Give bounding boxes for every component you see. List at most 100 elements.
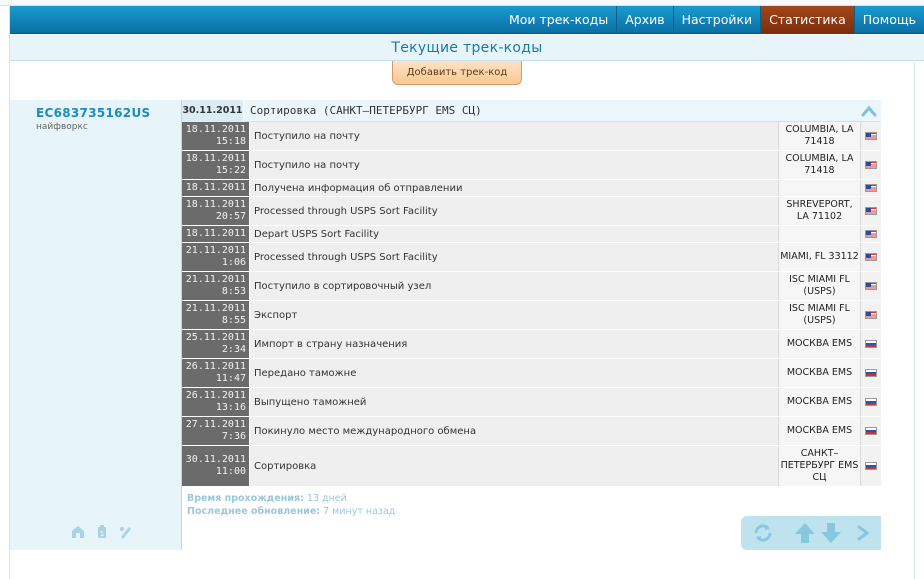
event-location: ISC MIAMI FL (USPS) [778,301,860,329]
event-timestamp: 18.11.2011 15:22 [182,151,250,179]
event-date: 18.11.2011 [185,124,246,135]
event-timestamp: 26.11.2011 11:47 [182,359,250,387]
event-country [860,122,881,150]
event-location: САНКТ–ПЕТЕРБУРГ EMS СЦ [778,446,860,486]
event-time: 8:55 [221,315,246,326]
event-timestamp: 18.11.2011 [182,180,250,196]
event-timestamp: 18.11.2011 20:57 [182,197,250,225]
event-description: Поступило в сортировочный узел [254,280,432,292]
event-location: ISC MIAMI FL (USPS) [778,272,860,300]
event-time: 15:18 [215,136,246,147]
event-description: Сортировка [254,460,317,472]
nav-tabs: Мои трек-коды Архив Настройки Статистика Пом… [501,6,924,34]
event-description: Получена информация об отправлении [254,182,463,194]
flag-us-icon [865,311,877,319]
event-description: Processed through USPS Sort Facility [254,251,438,263]
event-location: COLUMBIA, LA 71418 [778,122,860,150]
event-date: 18.11.2011 [185,153,246,164]
event-location [778,180,860,196]
event-description: Передано таможне [254,367,357,379]
event-country [860,197,881,225]
event-country [860,330,881,358]
event-country [860,388,881,416]
event-country [860,151,881,179]
flag-ru-icon [865,340,877,348]
flag-ru-icon [865,462,877,470]
event-time: 7:36 [221,431,246,442]
event-country [860,243,881,271]
event-country [860,301,881,329]
flag-ru-icon [865,427,877,435]
event-description: Processed through USPS Sort Facility [254,205,438,217]
event-timestamp: 30.11.2011 11:00 [182,446,250,486]
event-time: 11:00 [215,466,246,477]
move-up-icon[interactable] [793,521,817,545]
event-country [860,226,881,242]
event-location: SHREVEPORT, LA 71102 [778,197,860,225]
event-row: 18.11.2011 Получена информация об отправл… [182,180,881,197]
event-location: MIAMI, FL 33112 [778,243,860,271]
event-row: 21.11.2011 1:06 Processed through USPS Sor… [182,243,881,272]
track-code[interactable]: EC683735162US [36,106,150,120]
event-description: Depart USPS Sort Facility [254,228,380,240]
nav-tab[interactable]: Статистика [761,6,854,34]
event-row: 27.11.2011 7:36 Покинуло место международн… [182,417,881,446]
event-country [860,446,881,486]
event-location [778,226,860,242]
add-track-code-button[interactable]: Добавить трек-код [392,61,522,85]
next-icon[interactable] [855,521,871,545]
event-country [860,272,881,300]
page-subheader: Текущие трек-коды [10,35,924,61]
events-table: 18.11.2011 15:18 Поступило на почту COLUMBI… [182,122,881,487]
current-status-date: 30.11.2011 [182,99,244,122]
event-country [860,359,881,387]
archive-icon[interactable] [70,524,86,540]
event-date: 18.11.2011 [185,228,246,239]
last-update-label: Последнее обновление: [187,506,321,517]
event-date: 18.11.2011 [185,182,246,193]
event-row: 30.11.2011 11:00 Сортировка САНКТ–ПЕТЕРБУРГ… [182,446,881,487]
transit-time-label: Время прохождения: [187,493,304,504]
event-description: Поступило на почту [254,159,360,171]
track-name: найфворкс [36,122,88,132]
edit-icon[interactable] [118,524,134,540]
top-navigation: Мои трек-коды Архив Настройки Статистика Пом… [10,6,924,34]
delete-icon[interactable]: 1 [94,524,110,540]
nav-tab[interactable]: Мои трек-коды [501,6,616,34]
event-time: 2:34 [221,344,246,355]
nav-tab[interactable]: Архив [617,6,672,34]
event-date: 27.11.2011 [185,419,246,430]
svg-text:1: 1 [100,530,104,538]
event-date: 21.11.2011 [185,303,246,314]
event-description: Экспорт [254,309,298,321]
event-row: 26.11.2011 11:47 Передано таможне МОСКВА EM… [182,359,881,388]
event-description: Поступило на почту [254,130,360,142]
move-down-icon[interactable] [819,521,843,545]
nav-tab[interactable]: Помощь [855,6,924,34]
event-row: 26.11.2011 13:16 Выпущено таможней МОСКВА E… [182,388,881,417]
event-location: COLUMBIA, LA 71418 [778,151,860,179]
flag-us-icon [865,253,877,261]
track-actions: 1 [70,524,134,540]
event-country [860,180,881,196]
event-date: 21.11.2011 [185,245,246,256]
flag-us-icon [865,184,877,192]
track-summary-panel: EC683735162US найфворкс 1 [10,100,182,550]
page-frame-right [914,62,924,579]
page-frame-left [0,0,10,579]
nav-tab[interactable]: Настройки [674,6,761,34]
event-description: Покинуло место международного обмена [254,425,477,437]
flag-us-icon [865,132,877,140]
event-timestamp: 18.11.2011 [182,226,250,242]
event-timestamp: 25.11.2011 2:34 [182,330,250,358]
current-status-header[interactable]: 30.11.2011 Сортировка (САНКТ–ПЕТЕРБУРГ E… [182,99,881,122]
event-location: МОСКВА EMS [778,330,860,358]
tracking-events: 30.11.2011 Сортировка (САНКТ–ПЕТЕРБУРГ E… [182,99,881,487]
event-date: 26.11.2011 [185,361,246,372]
track-controls [741,516,881,550]
event-description: Импорт в страну назначения [254,338,408,350]
event-row: 18.11.2011 15:18 Поступило на почту COLUMBI… [182,122,881,151]
refresh-icon[interactable] [751,521,775,545]
flag-ru-icon [865,398,877,406]
chevron-up-icon[interactable] [861,104,877,118]
